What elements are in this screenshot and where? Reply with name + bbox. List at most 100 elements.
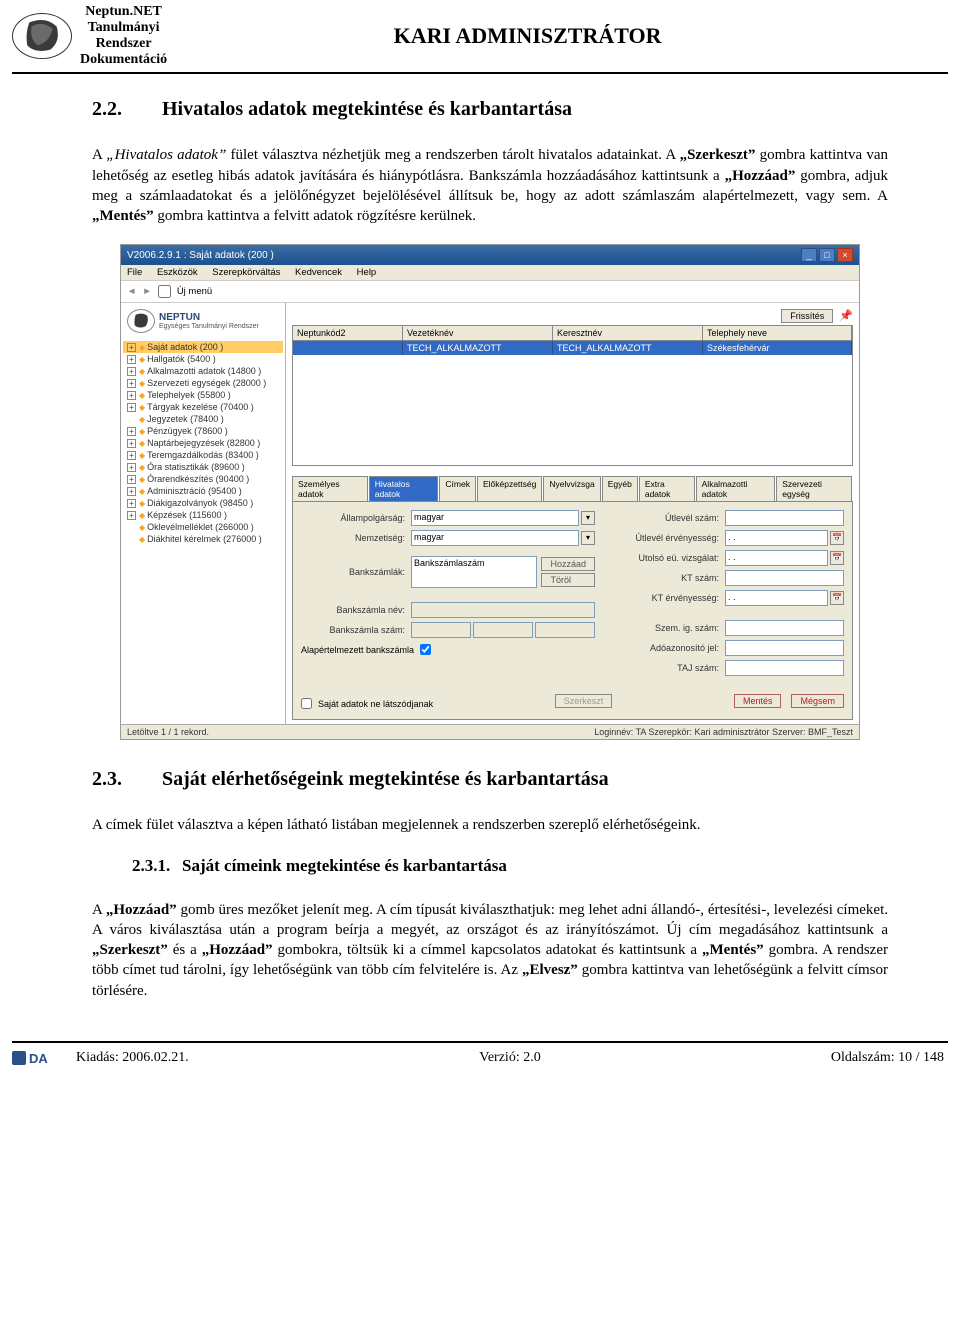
megsem-button[interactable]: Mégsem: [791, 694, 844, 708]
section-2-2-heading: 2.2.Hivatalos adatok megtekintése és kar…: [92, 98, 888, 121]
menu-kedvencek[interactable]: Kedvencek: [295, 267, 342, 278]
kt-szam-label: KT szám:: [615, 573, 725, 583]
bankszamla-szam-field[interactable]: [411, 622, 471, 638]
footer-verzio: Verzió: 2.0: [364, 1050, 656, 1066]
tree-item[interactable]: +◆Naptárbejegyzések (82800 ): [123, 437, 283, 449]
window-title: V2006.2.9.1 : Saját adatok (200 ): [127, 250, 274, 261]
utolso-eu-field[interactable]: . .: [725, 550, 828, 566]
tab-nyelvvizsga[interactable]: Nyelvvizsga: [543, 476, 600, 501]
tree-item[interactable]: +◆Órarendkészítés (90400 ): [123, 473, 283, 485]
bankszamla-nev-field[interactable]: [411, 602, 595, 618]
dropdown-icon[interactable]: ▾: [581, 511, 595, 525]
tree-item[interactable]: +◆Óra statisztikák (89600 ): [123, 461, 283, 473]
mentes-button[interactable]: Mentés: [734, 694, 782, 708]
kt-erv-field[interactable]: . .: [725, 590, 828, 606]
tree-item[interactable]: +◆Szervezeti egységek (28000 ): [123, 377, 283, 389]
bankszamlak-label: Bankszámlák:: [301, 567, 411, 577]
section-2-3-1-paragraph: A „Hozzáad” gomb üres mezőket jelenít me…: [92, 900, 888, 1001]
szem-ig-field[interactable]: [725, 620, 844, 636]
grid-row[interactable]: TECH_ALKALMAZOTT TECH_ALKALMAZOTT Székes…: [293, 341, 852, 355]
bankszamla-szam-field2[interactable]: [473, 622, 533, 638]
grid-col-telephely[interactable]: Telephely neve: [703, 326, 852, 340]
tree-item[interactable]: +◆Adminisztráció (95400 ): [123, 485, 283, 497]
tab-bar: Személyes adatok Hivatalos adatok Címek …: [292, 476, 853, 502]
utolso-eu-label: Utolsó eü. vizsgálat:: [615, 553, 725, 563]
tab-cimek[interactable]: Címek: [439, 476, 476, 501]
allampolgarsag-label: Állampolgárság:: [301, 513, 411, 523]
tree-item[interactable]: +◆Alkalmazotti adatok (14800 ): [123, 365, 283, 377]
utlevel-erv-field[interactable]: . .: [725, 530, 828, 546]
tree-item[interactable]: +◆Hallgatók (5400 ): [123, 353, 283, 365]
calendar-icon[interactable]: 📅: [830, 551, 844, 565]
tab-egyeb[interactable]: Egyéb: [602, 476, 638, 501]
doc-title: KARI ADMINISZTRÁTOR: [167, 23, 948, 49]
tree-item[interactable]: +◆Tárgyak kezelése (70400 ): [123, 401, 283, 413]
adoazon-field[interactable]: [725, 640, 844, 656]
calendar-icon[interactable]: 📅: [830, 531, 844, 545]
hozzaad-button[interactable]: Hozzáad: [541, 557, 595, 571]
newmenu-checkbox[interactable]: [158, 285, 171, 298]
grid-col-neptunkod[interactable]: Neptunkód2: [293, 326, 403, 340]
section-2-2-paragraph: A „Hivatalos adatok” fület választva néz…: [92, 145, 888, 226]
sidebar-brand-sub: Egységes Tanulmányi Rendszer: [159, 323, 259, 330]
kt-erv-label: KT érvényesség:: [615, 593, 725, 603]
sajat-adatok-ne-checkbox[interactable]: [301, 698, 312, 709]
tree-item[interactable]: +◆Pénzügyek (78600 ): [123, 425, 283, 437]
utlevel-erv-label: Útlevél érvényesség:: [615, 533, 725, 543]
tab-extra[interactable]: Extra adatok: [639, 476, 695, 501]
window-titlebar: V2006.2.9.1 : Saját adatok (200 ) _ □ ×: [121, 245, 859, 265]
alap-bankszamla-checkbox[interactable]: [420, 644, 431, 655]
tree-item[interactable]: ◆Oklevélmelléklet (266000 ): [123, 521, 283, 533]
menu-file[interactable]: File: [127, 267, 142, 278]
product-name: Neptun.NET Tanulmányi Rendszer Dokumentá…: [80, 4, 167, 68]
kt-szam-field[interactable]: [725, 570, 844, 586]
menu-szerepkorvaltas[interactable]: Szerepkörváltás: [212, 267, 280, 278]
tab-alkalmazotti[interactable]: Alkalmazotti adatok: [696, 476, 776, 501]
menu-help[interactable]: Help: [357, 267, 377, 278]
section-2-3-paragraph: A címek fület választva a képen látható …: [92, 815, 888, 835]
back-icon[interactable]: ◄: [127, 286, 136, 297]
status-record-count: Letöltve 1 / 1 rekord.: [127, 727, 209, 737]
tree-item[interactable]: +◆Saját adatok (200 ): [123, 341, 283, 353]
status-bar: Letöltve 1 / 1 rekord. Loginnév: TA Szer…: [121, 724, 859, 739]
maximize-icon[interactable]: □: [819, 248, 835, 262]
szem-ig-label: Szem. ig. szám:: [615, 623, 725, 633]
tab-szervezeti[interactable]: Szervezeti egység: [776, 476, 852, 501]
bankszamla-szam-field3[interactable]: [535, 622, 595, 638]
bankszamla-nev-label: Bankszámla név:: [301, 605, 411, 615]
pin-icon[interactable]: 📌: [839, 309, 853, 323]
newmenu-label: Új menü: [177, 286, 212, 297]
footer-kiadas: Kiadás: 2006.02.21.: [72, 1050, 364, 1066]
torol-button[interactable]: Töröl: [541, 573, 595, 587]
tab-szemelyes[interactable]: Személyes adatok: [292, 476, 368, 501]
minimize-icon[interactable]: _: [801, 248, 817, 262]
form-panel: Állampolgárság: magyar ▾ Nemzetiség: mag…: [292, 502, 853, 720]
grid-col-vezeteknev[interactable]: Vezetéknév: [403, 326, 553, 340]
grid-col-keresztnev[interactable]: Keresztnév: [553, 326, 703, 340]
utlevel-szam-field[interactable]: [725, 510, 844, 526]
adoazon-label: Adóazonosító jel:: [615, 643, 725, 653]
calendar-icon[interactable]: 📅: [830, 591, 844, 605]
refresh-button[interactable]: Frissítés: [781, 309, 833, 323]
sidebar: NEPTUN Egységes Tanulmányi Rendszer +◆Sa…: [121, 303, 286, 724]
taj-label: TAJ szám:: [615, 663, 725, 673]
allampolgarsag-field[interactable]: magyar: [411, 510, 579, 526]
nemzetiseg-field[interactable]: magyar: [411, 530, 579, 546]
tree-item[interactable]: ◆Diákhitel kérelmek (276000 ): [123, 533, 283, 545]
tree-item[interactable]: +◆Diákigazolványok (98450 ): [123, 497, 283, 509]
tree-item[interactable]: +◆Képzések (115600 ): [123, 509, 283, 521]
bankszamlak-list[interactable]: Bankszámlaszám: [411, 556, 537, 588]
status-login-info: Loginnév: TA Szerepkör: Kari adminisztrá…: [594, 727, 853, 737]
dropdown-icon[interactable]: ▾: [581, 531, 595, 545]
szerkeszt-button[interactable]: Szerkeszt: [555, 694, 613, 708]
taj-field[interactable]: [725, 660, 844, 676]
bankszamla-szam-label: Bankszámla szám:: [301, 625, 411, 635]
tree-item[interactable]: +◆Telephelyek (55800 ): [123, 389, 283, 401]
tree-item[interactable]: ◆Jegyzetek (78400 ): [123, 413, 283, 425]
tree-item[interactable]: +◆Teremgazdálkodás (83400 ): [123, 449, 283, 461]
close-icon[interactable]: ×: [837, 248, 853, 262]
forward-icon[interactable]: ►: [142, 286, 151, 297]
menu-eszkozok[interactable]: Eszközök: [157, 267, 198, 278]
tab-hivatalos[interactable]: Hivatalos adatok: [369, 476, 439, 501]
tab-elokepzettseg[interactable]: Előképzettség: [477, 476, 542, 501]
